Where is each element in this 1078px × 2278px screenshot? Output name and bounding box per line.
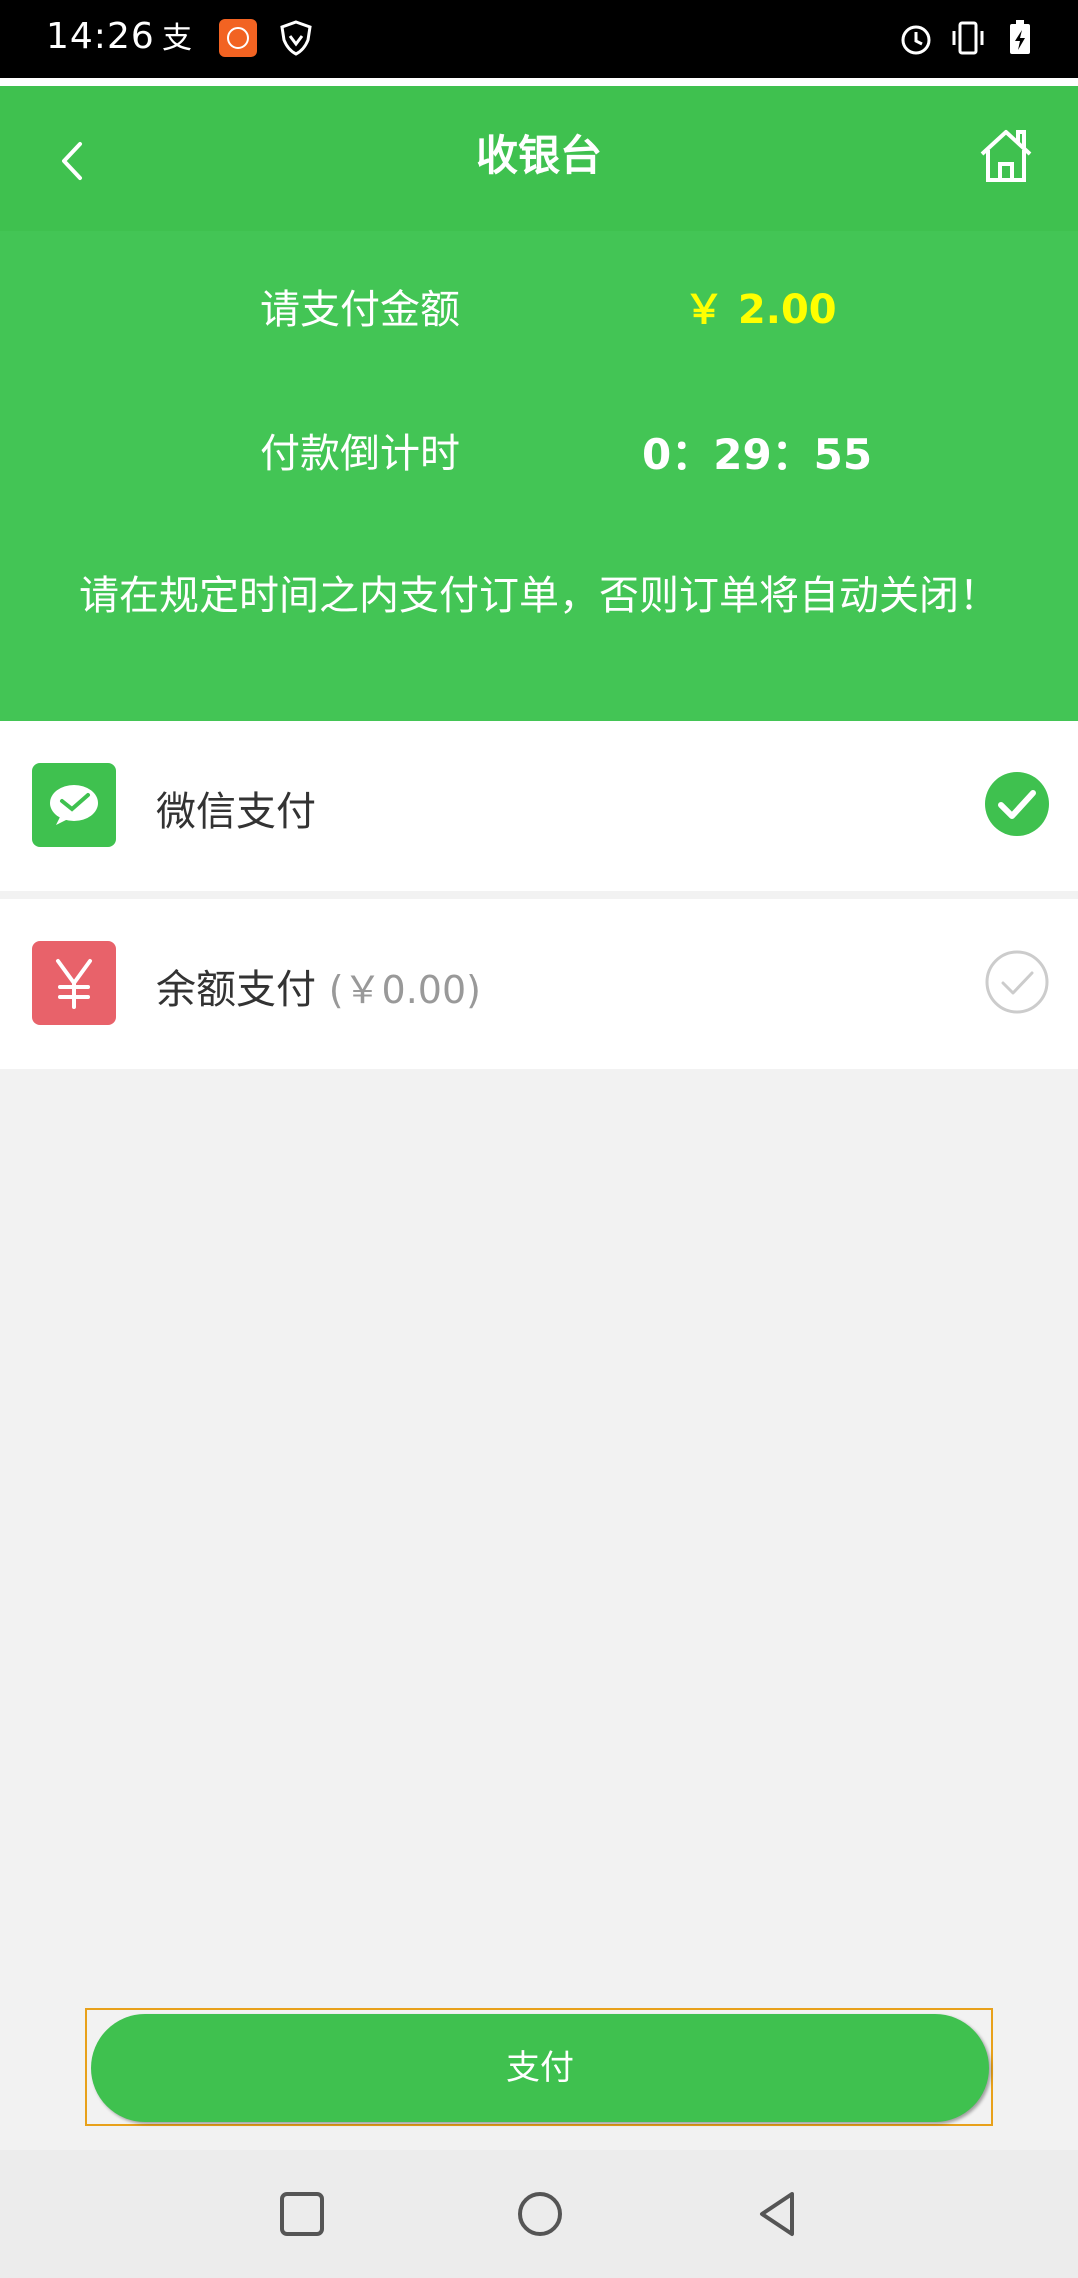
top-navigation-bar: 收银台 [0, 86, 1078, 231]
yuan-icon [32, 941, 116, 1025]
status-bar: 14:26 支 [0, 0, 1078, 78]
option-label-balance: 余额支付 (￥0.00) [156, 957, 481, 1015]
system-navigation-bar [0, 2150, 1078, 2278]
back-nav-icon[interactable] [752, 2188, 804, 2240]
payment-option-balance[interactable]: 余额支付 (￥0.00) [0, 899, 1078, 1069]
alarm-icon [901, 25, 931, 55]
status-divider [0, 78, 1078, 86]
payment-notice: 请在规定时间之内支付订单，否则订单将自动关闭！ [79, 573, 999, 619]
countdown-label: 付款倒计时 [260, 431, 460, 477]
option-label-balance-text: 余额支付 [156, 967, 316, 1013]
amount-value: ￥ 2.00 [684, 287, 837, 333]
shield-icon [280, 20, 312, 56]
option-label-wechat: 微信支付 [156, 779, 316, 837]
wechat-selected-check-icon[interactable] [984, 771, 1050, 837]
amount-label: 请支付金额 [260, 287, 460, 333]
battery-charging-icon [1010, 20, 1030, 54]
option-label-wechat-text: 微信支付 [156, 789, 316, 835]
app-badge-icon [219, 19, 257, 57]
payment-summary: 请支付金额 ￥ 2.00 付款倒计时 0：29：55 请在规定时间之内支付订单，… [0, 231, 1078, 721]
balance-amount: (￥0.00) [328, 968, 481, 1012]
home-button[interactable] [978, 126, 1034, 186]
home-nav-icon[interactable] [514, 2188, 566, 2240]
payment-option-wechat[interactable]: 微信支付 [0, 721, 1078, 891]
svg-text:支: 支 [162, 21, 192, 56]
vibrate-icon [952, 21, 984, 55]
pay-button-focus-frame: 支付 [85, 2008, 993, 2126]
balance-unselected-check-icon[interactable] [984, 949, 1050, 1015]
countdown-value: 0：29：55 [642, 430, 873, 479]
recent-apps-icon[interactable] [276, 2188, 328, 2240]
wechat-pay-icon [32, 763, 116, 847]
pay-button[interactable]: 支付 [91, 2014, 989, 2122]
page-title: 收银台 [475, 131, 602, 180]
alipay-icon: 支 [162, 21, 192, 56]
status-time: 14:26 [46, 16, 155, 57]
